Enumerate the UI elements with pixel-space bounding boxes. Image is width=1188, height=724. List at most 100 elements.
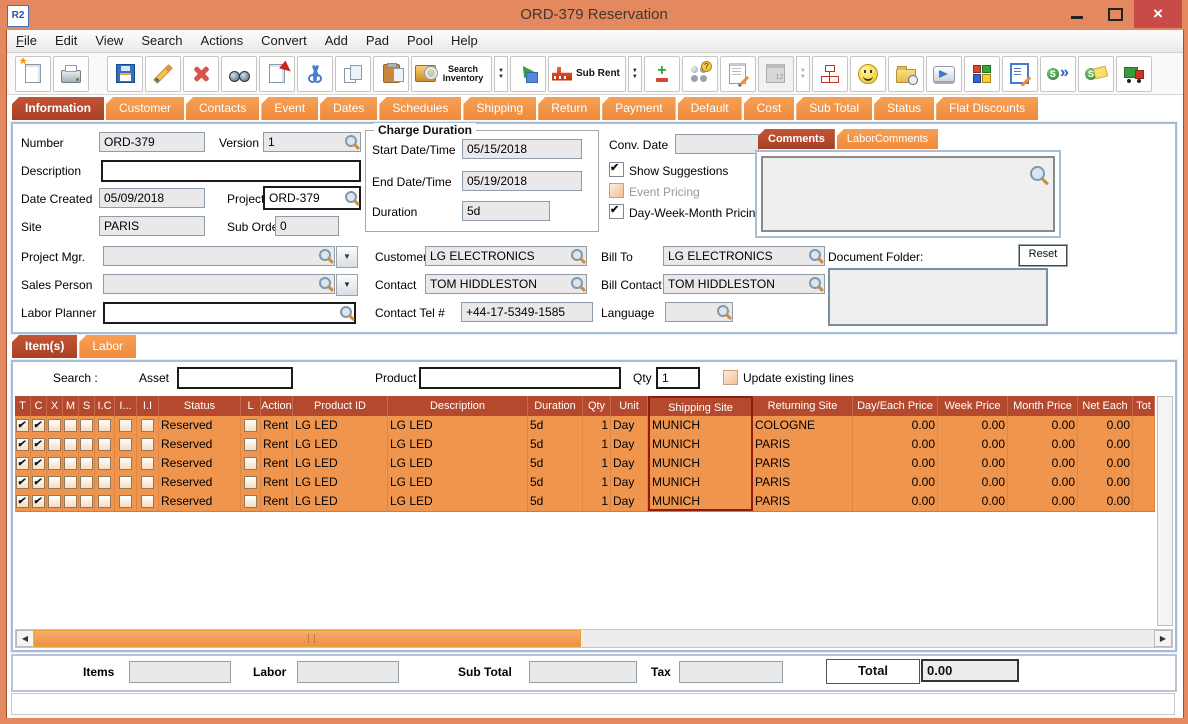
availability-button[interactable] bbox=[682, 56, 718, 92]
row-checkbox-c[interactable] bbox=[32, 419, 45, 432]
menu-pool[interactable]: Pool bbox=[398, 30, 442, 52]
sub-orders-field[interactable] bbox=[275, 216, 339, 236]
cell-unit[interactable]: Day bbox=[611, 454, 648, 473]
col-s[interactable]: S bbox=[79, 396, 95, 416]
table-row[interactable]: ReservedRentLG LEDLG LED5d1DayMUNICHPARI… bbox=[15, 492, 1155, 512]
cell-month-price[interactable]: 0.00 bbox=[1008, 492, 1078, 511]
col-status[interactable]: Status bbox=[159, 396, 241, 416]
tab-shipping[interactable]: Shipping bbox=[463, 97, 536, 120]
find-button[interactable] bbox=[221, 56, 257, 92]
cell-tot[interactable] bbox=[1133, 492, 1155, 511]
tab-return[interactable]: Return bbox=[538, 97, 600, 120]
row-checkbox-m[interactable] bbox=[64, 438, 77, 451]
product-input[interactable] bbox=[419, 367, 621, 389]
sales-person-dropdown[interactable]: ▼ bbox=[336, 274, 358, 296]
cell-qty[interactable]: 1 bbox=[583, 492, 611, 511]
labor-planner-lookup-icon[interactable] bbox=[340, 306, 352, 318]
labor-planner-field[interactable] bbox=[103, 302, 356, 324]
sub-rent-button[interactable]: Sub Rent bbox=[548, 56, 626, 92]
menu-search[interactable]: Search bbox=[132, 30, 191, 52]
row-checkbox-t[interactable] bbox=[16, 457, 29, 470]
col-description[interactable]: Description bbox=[388, 396, 528, 416]
row-checkbox-io[interactable] bbox=[119, 457, 132, 470]
cell-action[interactable]: Rent bbox=[261, 492, 293, 511]
cell-action[interactable]: Rent bbox=[261, 454, 293, 473]
cell-net-each[interactable]: 0.00 bbox=[1078, 435, 1133, 454]
row-checkbox-ic[interactable] bbox=[98, 476, 111, 489]
col-io[interactable]: I... bbox=[115, 396, 137, 416]
col-l[interactable]: L bbox=[241, 396, 261, 416]
convert-button[interactable] bbox=[510, 56, 546, 92]
add-remove-button[interactable]: + bbox=[644, 56, 680, 92]
cell-shipping-site[interactable]: MUNICH bbox=[648, 454, 753, 473]
cell-description[interactable]: LG LED bbox=[388, 473, 528, 492]
date-created-field[interactable] bbox=[99, 188, 205, 208]
col-m[interactable]: M bbox=[63, 396, 79, 416]
col-shipping-site[interactable]: Shipping Site bbox=[648, 396, 753, 416]
row-checkbox-io[interactable] bbox=[119, 476, 132, 489]
row-checkbox-x[interactable] bbox=[48, 438, 61, 451]
update-existing-checkbox[interactable] bbox=[723, 370, 738, 385]
col-net-each[interactable]: Net Each bbox=[1078, 396, 1133, 416]
cell-shipping-site[interactable]: MUNICH bbox=[648, 492, 753, 511]
row-checkbox-ic[interactable] bbox=[98, 457, 111, 470]
row-checkbox-m[interactable] bbox=[64, 476, 77, 489]
row-checkbox-l[interactable] bbox=[244, 419, 257, 432]
number-field[interactable] bbox=[99, 132, 205, 152]
cell-duration[interactable]: 5d bbox=[528, 416, 583, 435]
cell-returning-site[interactable]: COLOGNE bbox=[753, 416, 853, 435]
tab-payment[interactable]: Payment bbox=[602, 97, 675, 120]
cell-status[interactable]: Reserved bbox=[159, 454, 241, 473]
document-folder-box[interactable] bbox=[828, 268, 1048, 326]
print-button[interactable] bbox=[53, 56, 89, 92]
inventory-button[interactable] bbox=[964, 56, 1000, 92]
cell-day-each-price[interactable]: 0.00 bbox=[853, 492, 938, 511]
row-checkbox-io[interactable] bbox=[119, 495, 132, 508]
col-ic[interactable]: I.C bbox=[95, 396, 115, 416]
minimize-button[interactable] bbox=[1063, 0, 1093, 28]
col-tot[interactable]: Tot bbox=[1133, 396, 1155, 416]
cell-status[interactable]: Reserved bbox=[159, 435, 241, 454]
row-checkbox-s[interactable] bbox=[80, 476, 93, 489]
customer-field[interactable] bbox=[425, 246, 587, 266]
row-checkbox-x[interactable] bbox=[48, 476, 61, 489]
tab-default[interactable]: Default bbox=[678, 97, 742, 120]
contact-tel-field[interactable] bbox=[461, 302, 593, 322]
duration-field[interactable] bbox=[462, 201, 550, 221]
reset-button[interactable]: Reset bbox=[1018, 244, 1068, 267]
status-notes-button[interactable] bbox=[1078, 56, 1114, 92]
cell-qty[interactable]: 1 bbox=[583, 416, 611, 435]
row-checkbox-ii[interactable] bbox=[141, 438, 154, 451]
menu-add[interactable]: Add bbox=[316, 30, 357, 52]
table-row[interactable]: ReservedRentLG LEDLG LED5d1DayMUNICHPARI… bbox=[15, 473, 1155, 493]
scrollbar-track[interactable] bbox=[581, 630, 1154, 647]
col-qty[interactable]: Qty bbox=[583, 396, 611, 416]
scrollbar-thumb[interactable] bbox=[34, 630, 581, 647]
project-mgr-lookup-icon[interactable] bbox=[319, 249, 331, 261]
tab-contacts[interactable]: Contacts bbox=[186, 97, 259, 120]
end-date-field[interactable] bbox=[462, 171, 582, 191]
asset-input[interactable] bbox=[177, 367, 293, 389]
send-button[interactable] bbox=[926, 56, 962, 92]
cell-unit[interactable]: Day bbox=[611, 435, 648, 454]
cell-action[interactable]: Rent bbox=[261, 416, 293, 435]
table-row[interactable]: ReservedRentLG LEDLG LED5d1DayMUNICHCOLO… bbox=[15, 416, 1155, 436]
delete-button[interactable] bbox=[183, 56, 219, 92]
tab-information[interactable]: Information bbox=[12, 97, 104, 120]
cell-month-price[interactable]: 0.00 bbox=[1008, 473, 1078, 492]
edit-button[interactable] bbox=[145, 56, 181, 92]
cell-duration[interactable]: 5d bbox=[528, 492, 583, 511]
bill-contact-lookup-icon[interactable] bbox=[809, 277, 821, 289]
row-checkbox-l[interactable] bbox=[244, 457, 257, 470]
row-checkbox-c[interactable] bbox=[32, 476, 45, 489]
description-field[interactable] bbox=[101, 160, 361, 182]
col-week-price[interactable]: Week Price bbox=[938, 396, 1008, 416]
cell-status[interactable]: Reserved bbox=[159, 492, 241, 511]
contact-field[interactable] bbox=[425, 274, 587, 294]
contact-lookup-icon[interactable] bbox=[571, 277, 583, 289]
cell-qty[interactable]: 1 bbox=[583, 454, 611, 473]
row-checkbox-s[interactable] bbox=[80, 419, 93, 432]
sales-person-lookup-icon[interactable] bbox=[319, 277, 331, 289]
cell-week-price[interactable]: 0.00 bbox=[938, 416, 1008, 435]
workflow-button[interactable] bbox=[812, 56, 848, 92]
